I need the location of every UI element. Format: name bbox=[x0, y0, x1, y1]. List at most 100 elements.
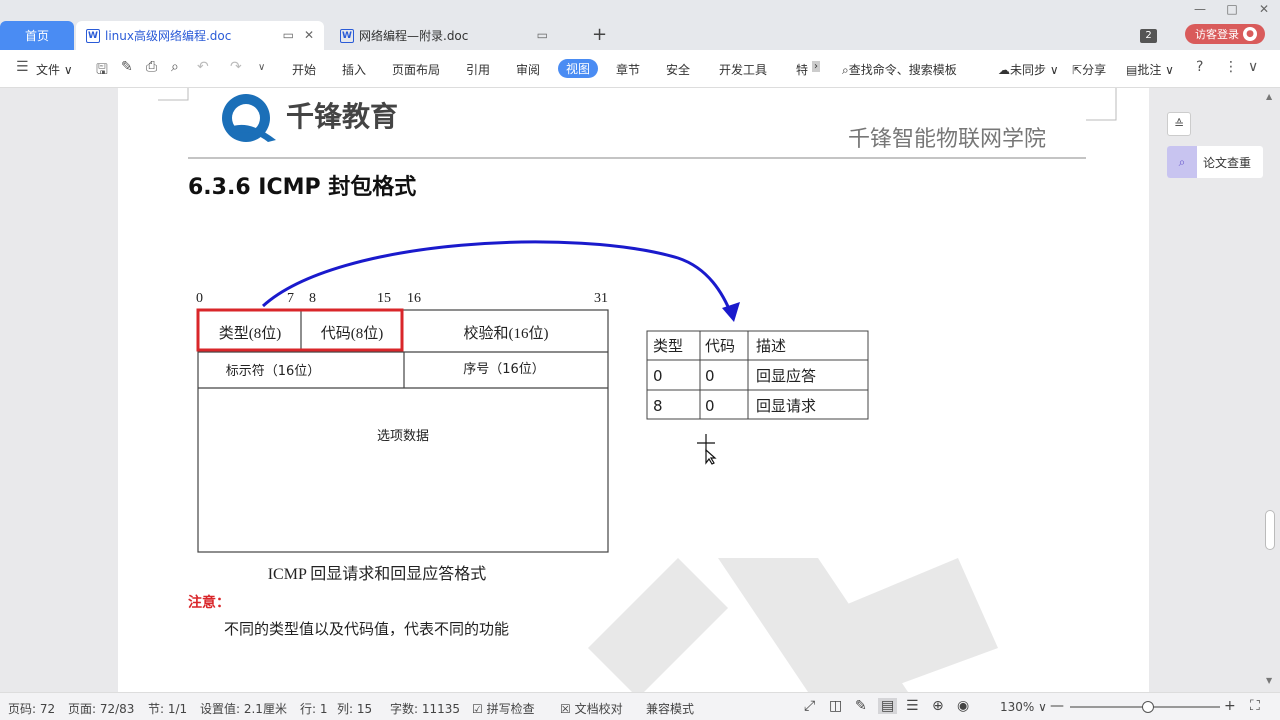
section-heading: 6.3.6 ICMP 封包格式 bbox=[188, 174, 416, 200]
essay-check-button[interactable]: ⌕ 论文查重 bbox=[1167, 146, 1263, 178]
minimize-icon[interactable]: — bbox=[1184, 0, 1216, 16]
status-page[interactable]: 页面: 72/83 bbox=[68, 700, 134, 717]
page-canvas: 千锋教育 千锋智能物联网学院 6.3.6 ICMP 封包格式 0 7 8 15 … bbox=[158, 88, 1117, 692]
field-type: 类型(8位) bbox=[219, 325, 282, 342]
bit-label: 16 bbox=[407, 291, 421, 306]
menu-security[interactable]: 安全 bbox=[666, 61, 690, 78]
zoom-level[interactable]: 130% ∨ bbox=[1000, 700, 1047, 714]
undo-icon[interactable]: ↶ bbox=[197, 59, 209, 75]
help-icon[interactable]: ? bbox=[1196, 59, 1203, 75]
more-dropdown-icon[interactable]: ∨ bbox=[258, 62, 265, 73]
status-section[interactable]: 节: 1/1 bbox=[148, 700, 187, 717]
scroll-down-icon[interactable]: ▼ bbox=[1266, 676, 1272, 685]
new-tab-button[interactable]: + bbox=[592, 24, 607, 45]
more-icon[interactable]: ⋮ bbox=[1224, 59, 1238, 75]
eye-protection-icon[interactable]: ◉ bbox=[957, 698, 969, 714]
menu-review[interactable]: 审阅 bbox=[516, 61, 540, 78]
close-icon[interactable]: ✕ bbox=[304, 28, 314, 42]
proofread-button[interactable]: ☒ 文档校对 bbox=[560, 700, 623, 717]
field-sequence: 序号（16位） bbox=[463, 362, 545, 377]
maximize-icon[interactable]: □ bbox=[1216, 0, 1248, 16]
guest-login-button[interactable]: 访客登录 ● bbox=[1185, 24, 1265, 44]
menu-page-layout[interactable]: 页面布局 bbox=[392, 61, 440, 78]
fullscreen-icon[interactable]: ⤢ bbox=[804, 698, 815, 714]
search-command[interactable]: ⌕查找命令、搜索模板 bbox=[842, 61, 957, 78]
watermark bbox=[588, 558, 998, 692]
monitor-icon[interactable]: ▭ bbox=[537, 28, 548, 42]
status-setting[interactable]: 设置值: 2.1厘米 bbox=[200, 700, 287, 717]
print-preview-icon[interactable]: ⌕ bbox=[171, 59, 179, 75]
collapse-ribbon-icon[interactable]: ∨ bbox=[1248, 59, 1258, 75]
status-page-code[interactable]: 页码: 72 bbox=[8, 700, 55, 717]
close-window-icon[interactable]: ✕ bbox=[1248, 0, 1280, 16]
zoom-in-icon[interactable]: + bbox=[1224, 698, 1236, 714]
tab-home[interactable]: 首页 bbox=[0, 21, 74, 50]
tab-document-active[interactable]: W linux高级网络编程.doc ▭ ✕ bbox=[76, 21, 324, 50]
zoom-slider-handle[interactable] bbox=[1142, 701, 1154, 713]
status-row[interactable]: 行: 1 bbox=[300, 700, 328, 717]
document-page[interactable]: 千锋教育 千锋智能物联网学院 6.3.6 ICMP 封包格式 0 7 8 15 … bbox=[118, 88, 1149, 692]
bit-label: 15 bbox=[377, 291, 391, 306]
scroll-up-icon[interactable]: ▲ bbox=[1266, 92, 1272, 101]
monitor-icon[interactable]: ▭ bbox=[283, 28, 294, 42]
field-code: 代码(8位) bbox=[321, 325, 384, 342]
collapse-panel-icon[interactable]: ≙ bbox=[1167, 112, 1191, 136]
save-icon[interactable]: 🖫 bbox=[96, 59, 108, 83]
table-header: 描述 bbox=[756, 337, 786, 355]
window-count-badge[interactable]: 2 bbox=[1140, 29, 1157, 43]
table-cell: 8 bbox=[653, 397, 663, 415]
arrow-curve bbox=[261, 240, 734, 317]
menu-reference[interactable]: 引用 bbox=[466, 61, 490, 78]
zoom-out-icon[interactable]: — bbox=[1050, 698, 1064, 714]
menu-special[interactable]: 特 bbox=[796, 61, 808, 78]
tab-document[interactable]: W 网络编程—附录.doc ▭ bbox=[332, 21, 572, 50]
share-button[interactable]: ⇱分享 bbox=[1072, 61, 1106, 78]
avatar-icon: ● bbox=[1243, 27, 1257, 41]
menu-file[interactable]: 文件 ∨ bbox=[36, 61, 73, 78]
spell-check-button[interactable]: ☑ 拼写检查 bbox=[472, 700, 535, 717]
page-view-icon[interactable]: ▤ bbox=[878, 698, 898, 714]
left-margin bbox=[0, 88, 118, 692]
compat-mode: 兼容模式 bbox=[646, 702, 695, 716]
corner-mark bbox=[158, 88, 189, 101]
menu-icon[interactable]: ☰ bbox=[16, 59, 29, 75]
pen-icon[interactable]: ✎ bbox=[855, 698, 867, 714]
web-view-icon[interactable]: ⊕ bbox=[932, 698, 944, 714]
ribbon-toolbar: ☰ 文件 ∨ 🖫 ✎ ⎙ ⌕ ↶ ↷ ∨ 开始 插入 页面布局 引用 审阅 视图… bbox=[0, 50, 1280, 88]
scroll-right-icon[interactable]: › bbox=[812, 61, 820, 72]
status-col[interactable]: 列: 15 bbox=[337, 700, 372, 717]
school-name: 千锋智能物联网学院 bbox=[848, 126, 1046, 151]
bit-label: 0 bbox=[196, 291, 203, 306]
annotate-icon: ▤ bbox=[1126, 63, 1138, 77]
status-words[interactable]: 字数: 11135 bbox=[390, 700, 460, 717]
bit-label: 31 bbox=[594, 291, 608, 306]
menu-insert[interactable]: 插入 bbox=[342, 61, 366, 78]
field-identifier: 标示符（16位） bbox=[226, 363, 321, 379]
print-icon[interactable]: ⎙ bbox=[146, 59, 157, 75]
tab-doc2-label: 网络编程—附录.doc bbox=[359, 29, 469, 43]
menu-view[interactable]: 视图 bbox=[558, 59, 599, 78]
diagram-caption: ICMP 回显请求和回显应答格式 bbox=[268, 564, 487, 583]
menu-start[interactable]: 开始 bbox=[292, 61, 316, 78]
format-painter-icon[interactable]: ✎ bbox=[121, 59, 133, 75]
guest-login-label: 访客登录 bbox=[1195, 28, 1239, 41]
annotate-button[interactable]: ▤批注 ∨ bbox=[1126, 61, 1174, 78]
bit-label: 7 bbox=[287, 291, 294, 306]
menu-chapter[interactable]: 章节 bbox=[616, 61, 640, 78]
table-header: 代码 bbox=[705, 337, 735, 355]
org-name: 千锋教育 bbox=[286, 100, 398, 133]
essay-check-label: 论文查重 bbox=[1203, 155, 1252, 170]
spell-check-icon: ☑ bbox=[472, 702, 483, 716]
outline-view-icon[interactable]: ☰ bbox=[906, 698, 919, 714]
sync-status[interactable]: ☁未同步 ∨ bbox=[998, 61, 1059, 78]
table-cell: 0 bbox=[653, 367, 663, 385]
reading-mode-icon[interactable]: ◫ bbox=[829, 698, 842, 714]
menu-dev-tools[interactable]: 开发工具 bbox=[719, 61, 767, 78]
scrollbar-thumb[interactable] bbox=[1265, 510, 1275, 550]
redo-icon[interactable]: ↷ bbox=[230, 59, 242, 75]
fit-page-icon[interactable]: ⛶ bbox=[1250, 698, 1260, 714]
word-doc-icon: W bbox=[340, 28, 354, 43]
share-icon: ⇱ bbox=[1072, 63, 1083, 77]
corner-mark bbox=[1086, 88, 1117, 121]
note-label: 注意： bbox=[188, 594, 230, 611]
